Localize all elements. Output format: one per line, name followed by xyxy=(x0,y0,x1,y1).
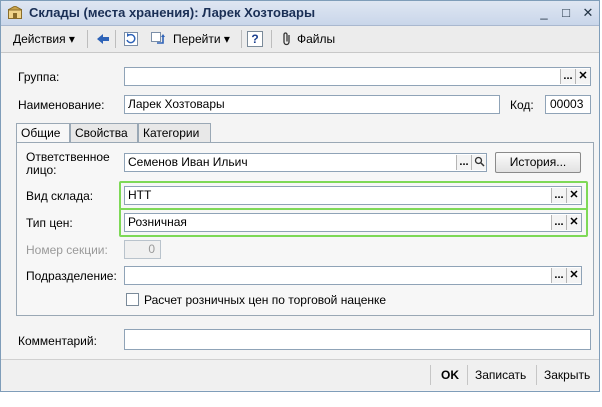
tab-properties[interactable]: Свойства xyxy=(70,123,138,142)
name-field[interactable]: Ларек Хозтовары xyxy=(124,95,500,114)
department-select-button[interactable]: ... xyxy=(551,268,566,283)
department-label: Подразделение: xyxy=(26,269,117,283)
department-clear-icon[interactable]: ✕ xyxy=(566,268,581,283)
section-number-label: Номер секции: xyxy=(26,243,108,257)
actions-menu[interactable]: Действия ▾ xyxy=(13,30,75,48)
back-arrow-icon[interactable] xyxy=(95,31,111,47)
responsible-label: Ответственное лицо: xyxy=(26,151,110,177)
form-window: Склады (места хранения): Ларек Хозтовары… xyxy=(0,0,600,392)
paperclip-icon[interactable] xyxy=(279,31,295,47)
bottom-button-bar: OK Записать Закрыть xyxy=(1,359,599,390)
responsible-value: Семенов Иван Ильич xyxy=(128,155,248,169)
section-number-value: 0 xyxy=(148,242,155,256)
toolbar-divider xyxy=(271,30,272,48)
comment-label: Комментарий: xyxy=(18,334,97,348)
warehouse-type-value: НТТ xyxy=(128,188,152,202)
code-label: Код: xyxy=(510,98,534,112)
toolbar-divider xyxy=(87,30,88,48)
responsible-label-line1: Ответственное xyxy=(26,150,110,164)
markup-checkbox[interactable] xyxy=(126,293,139,306)
files-button[interactable]: Файлы xyxy=(297,30,335,48)
minimize-button[interactable]: _ xyxy=(535,4,553,22)
warehouse-type-clear-icon[interactable]: ✕ xyxy=(566,188,581,203)
title-bar: Склады (места хранения): Ларек Хозтовары… xyxy=(1,1,599,26)
price-type-clear-icon[interactable]: ✕ xyxy=(566,215,581,230)
comment-field[interactable] xyxy=(124,329,591,350)
price-type-select-button[interactable]: ... xyxy=(551,215,566,230)
tab-categories[interactable]: Категории xyxy=(138,123,211,142)
save-button[interactable]: Записать xyxy=(475,367,526,383)
markup-checkbox-label: Расчет розничных цен по торговой наценке xyxy=(144,293,387,307)
button-divider xyxy=(536,365,537,385)
warehouse-type-field[interactable]: НТТ ... ✕ xyxy=(124,186,582,205)
toolbar-divider xyxy=(241,30,242,48)
ok-button[interactable]: OK xyxy=(441,367,459,383)
price-type-field[interactable]: Розничная ... ✕ xyxy=(124,213,582,232)
chevron-down-icon: ▾ xyxy=(68,32,75,46)
search-icon xyxy=(474,156,485,167)
price-type-label: Тип цен: xyxy=(26,216,73,230)
responsible-label-line2: лицо: xyxy=(26,163,57,177)
code-field[interactable]: 00003 xyxy=(545,95,591,114)
help-button[interactable]: ? xyxy=(247,31,263,47)
group-label: Группа: xyxy=(18,70,60,84)
window-title: Склады (места хранения): Ларек Хозтовары xyxy=(29,5,316,20)
warehouse-icon xyxy=(8,6,22,19)
warehouse-type-label: Вид склада: xyxy=(26,189,94,203)
close-window-button[interactable]: ✕ xyxy=(579,4,597,22)
button-divider xyxy=(430,365,431,385)
group-select-button[interactable]: ... xyxy=(560,69,575,84)
code-value: 00003 xyxy=(550,97,584,111)
magnifier-icon[interactable] xyxy=(471,155,486,170)
actions-menu-label: Действия xyxy=(13,32,66,46)
section-number-field: 0 xyxy=(124,240,161,259)
group-clear-icon[interactable]: ✕ xyxy=(575,69,590,84)
responsible-select-button[interactable]: ... xyxy=(456,155,471,170)
toolbar: Действия ▾ Перейти ▾ ? Файлы xyxy=(1,26,599,53)
close-button[interactable]: Закрыть xyxy=(544,367,590,383)
button-divider xyxy=(467,365,468,385)
name-value: Ларек Хозтовары xyxy=(128,97,225,111)
goto-menu-label: Перейти xyxy=(173,32,221,46)
tab-general[interactable]: Общие xyxy=(16,123,70,144)
responsible-field[interactable]: Семенов Иван Ильич ... xyxy=(124,153,487,172)
name-label: Наименование: xyxy=(18,98,105,112)
chevron-down-icon: ▾ xyxy=(223,32,230,46)
department-field[interactable]: ... ✕ xyxy=(124,266,582,285)
history-button[interactable]: История... xyxy=(495,152,581,173)
warehouse-type-select-button[interactable]: ... xyxy=(551,188,566,203)
price-type-value: Розничная xyxy=(128,215,187,229)
group-field[interactable]: ... ✕ xyxy=(124,67,591,86)
refresh-icon[interactable] xyxy=(123,31,139,47)
goto-menu[interactable]: Перейти ▾ xyxy=(173,30,230,48)
maximize-button[interactable]: □ xyxy=(557,4,575,22)
exchange-icon[interactable] xyxy=(150,31,166,47)
toolbar-divider xyxy=(115,30,116,48)
